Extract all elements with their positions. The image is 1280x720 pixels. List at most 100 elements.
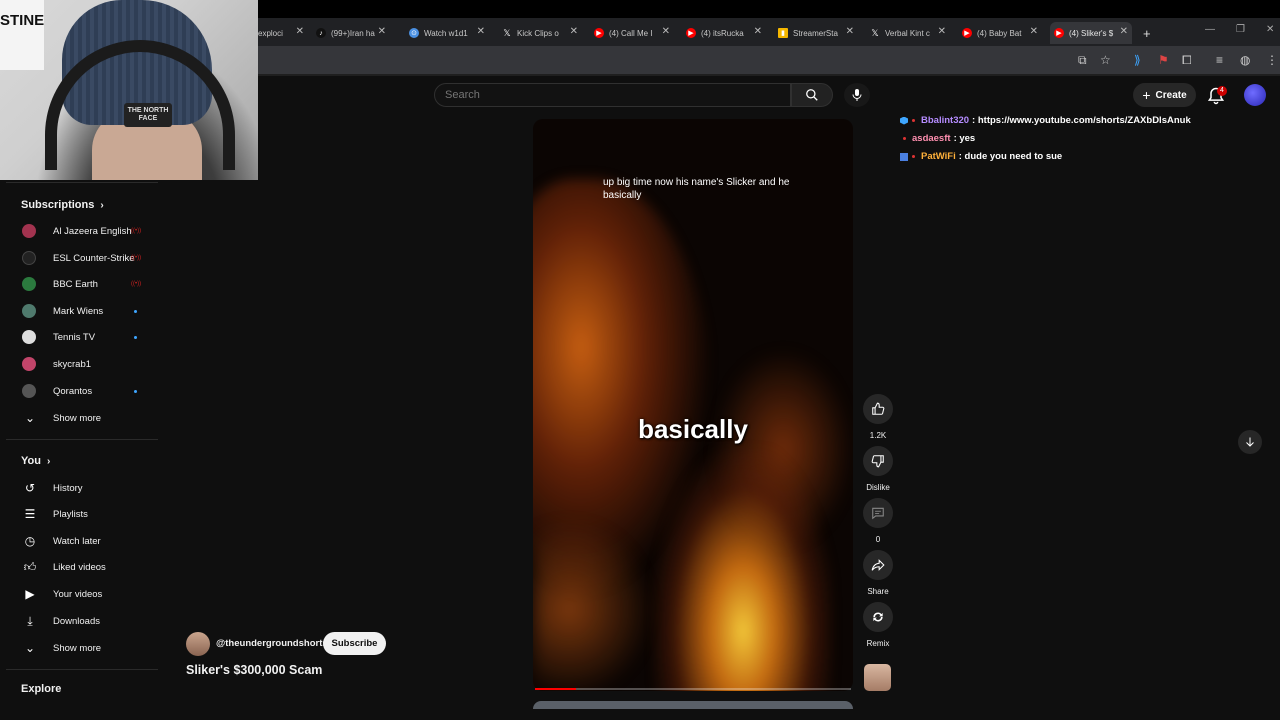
chat-dot-icon xyxy=(903,137,906,140)
divider xyxy=(6,182,158,183)
browser-tab[interactable]: ⊙ Watch w1d1 ✕ xyxy=(409,22,485,44)
sidebar-item-your-videos[interactable]: ▶ Your videos xyxy=(0,581,160,607)
browser-tab[interactable]: ▶ (4) itsRucka ✕ xyxy=(686,22,762,44)
comments-button[interactable] xyxy=(863,498,893,528)
remix-label: Remix xyxy=(866,639,890,648)
sidebar-channel[interactable]: Mark Wiens xyxy=(0,298,160,324)
dislike-button[interactable] xyxy=(863,446,893,476)
sidebar-item-downloads[interactable]: ⤓ Downloads xyxy=(0,608,160,634)
tab-close-icon[interactable]: ✕ xyxy=(1030,26,1038,37)
sidebar-channel[interactable]: Tennis TV xyxy=(0,324,160,350)
channel-avatar xyxy=(22,304,36,318)
voice-search-button[interactable] xyxy=(844,83,870,107)
video-progress-bar[interactable] xyxy=(535,688,851,690)
tab-label: (99+)Iran ha xyxy=(331,28,375,38)
install-app-icon[interactable]: ⧉ xyxy=(1078,53,1087,68)
search-input[interactable] xyxy=(435,84,790,106)
divider xyxy=(6,669,158,670)
tab-close-icon[interactable]: ✕ xyxy=(296,26,304,37)
chat-message: Bbalint320 : https://www.youtube.com/sho… xyxy=(900,115,1191,126)
create-button[interactable]: + Create xyxy=(1133,83,1196,107)
live-icon: ((•)) xyxy=(131,255,142,261)
browser-tab[interactable]: ▮ StreamerSta ✕ xyxy=(778,22,854,44)
account-avatar[interactable] xyxy=(1244,84,1266,106)
dislike-action[interactable]: Dislike xyxy=(862,446,894,492)
chat-text: : dude you need to sue xyxy=(958,151,1063,162)
channel-avatar[interactable] xyxy=(186,632,210,656)
channel-name: Mark Wiens xyxy=(53,305,104,317)
sidebar-item-watch-later[interactable]: ◷ Watch later xyxy=(0,528,160,554)
comments-count: 0 xyxy=(875,535,881,544)
browser-tab[interactable]: 𝕏 Kick Clips o ✕ xyxy=(502,22,578,44)
profile-icon[interactable]: ◍ xyxy=(1240,53,1250,67)
extension-icon[interactable]: ⟫ xyxy=(1134,53,1141,67)
tab-close-icon[interactable]: ✕ xyxy=(1120,26,1128,37)
channel-avatar xyxy=(22,224,36,238)
tab-label: (4) Baby Bat xyxy=(977,28,1022,38)
remix-action[interactable]: Remix xyxy=(862,602,894,648)
chat-username: Bbalint320 xyxy=(921,115,970,126)
youtube-icon: ▶ xyxy=(962,28,972,38)
search-box[interactable] xyxy=(434,83,791,107)
tab-close-icon[interactable]: ✕ xyxy=(570,26,578,37)
you-header[interactable]: You › xyxy=(21,455,50,467)
comments-action[interactable]: 0 xyxy=(862,498,894,544)
tab-close-icon[interactable]: ✕ xyxy=(846,26,854,37)
video-frame-flame xyxy=(533,519,653,691)
sidebar-item-label: Watch later xyxy=(53,535,101,547)
next-short-button[interactable] xyxy=(1238,430,1262,454)
sidebar-item-playlists[interactable]: ☰ Playlists xyxy=(0,501,160,527)
next-video-preview[interactable] xyxy=(533,701,853,709)
sidebar-item-label: Liked videos xyxy=(53,561,106,573)
extensions-puzzle-icon[interactable]: ⧠ xyxy=(1182,53,1192,68)
bookmark-star-icon[interactable]: ☆ xyxy=(1100,53,1111,67)
shorts-video-player[interactable]: up big time now his name's Slicker and h… xyxy=(533,119,853,691)
tab-close-icon[interactable]: ✕ xyxy=(477,26,485,37)
new-tab-button[interactable]: + xyxy=(1143,22,1157,44)
sidebar-channel[interactable]: Qorantos xyxy=(0,378,160,404)
tab-label: Watch w1d1 xyxy=(424,28,468,38)
channel-handle[interactable]: @theundergroundshorts xyxy=(216,638,328,649)
chat-text: : yes xyxy=(953,133,976,144)
browser-tab[interactable]: ♪ (99+)Iran ha ✕ xyxy=(316,22,386,44)
browser-tab[interactable]: ▶ (4) Baby Bat ✕ xyxy=(962,22,1038,44)
channel-thumbnail[interactable] xyxy=(864,664,891,691)
youtube-icon: ▶ xyxy=(594,28,604,38)
tab-close-icon[interactable]: ✕ xyxy=(662,26,670,37)
search-button[interactable] xyxy=(791,83,833,107)
share-action[interactable]: Share xyxy=(862,550,894,596)
subscribe-button[interactable]: Subscribe xyxy=(323,632,386,655)
subscriptions-header[interactable]: Subscriptions › xyxy=(21,199,104,211)
sidebar-channel[interactable]: Al Jazeera English ((•)) xyxy=(0,218,160,244)
browser-tab-active[interactable]: ▶ (4) Sliker's $ ✕ xyxy=(1050,22,1132,44)
sidebar-item-liked-videos[interactable]: 👍︎ Liked videos xyxy=(0,554,160,580)
tab-close-icon[interactable]: ✕ xyxy=(754,26,762,37)
sidebar-channel[interactable]: skycrab1 xyxy=(0,351,160,377)
dislike-label: Dislike xyxy=(866,483,890,492)
close-window-icon[interactable]: ✕ xyxy=(1266,24,1274,35)
restore-icon[interactable]: ❐ xyxy=(1236,24,1245,35)
remix-button[interactable] xyxy=(863,602,893,632)
like-action[interactable]: 1.2K xyxy=(862,394,894,440)
video-title: Sliker's $300,000 Scam xyxy=(186,663,323,677)
tab-close-icon[interactable]: ✕ xyxy=(938,26,946,37)
sidebar-item-history[interactable]: ↺ History xyxy=(0,475,160,501)
tab-label: (4) Sliker's $ xyxy=(1069,28,1114,38)
reading-list-icon[interactable]: ≡ xyxy=(1216,53,1223,67)
show-more-button[interactable]: ⌄ Show more xyxy=(0,635,160,661)
sidebar-channel[interactable]: BBC Earth ((•)) xyxy=(0,271,160,297)
minimize-icon[interactable]: — xyxy=(1205,24,1215,35)
you-title: You xyxy=(21,455,41,467)
menu-dots-icon[interactable]: ⋮ xyxy=(1266,53,1278,67)
tab-close-icon[interactable]: ✕ xyxy=(378,26,386,37)
browser-tab[interactable]: 𝕏 Verbal Kint c ✕ xyxy=(870,22,946,44)
extension-icon[interactable]: ⚑ xyxy=(1158,53,1169,67)
explore-title[interactable]: Explore xyxy=(21,683,61,695)
show-more-button[interactable]: ⌄ Show more xyxy=(0,405,160,431)
sidebar-channel[interactable]: ESL Counter-Strike ((•)) xyxy=(0,245,160,271)
share-button[interactable] xyxy=(863,550,893,580)
browser-tab[interactable]: exploci ✕ xyxy=(258,22,304,44)
like-button[interactable] xyxy=(863,394,893,424)
browser-tab[interactable]: ▶ (4) Call Me I ✕ xyxy=(594,22,670,44)
watch-site-icon: ⊙ xyxy=(409,28,419,38)
